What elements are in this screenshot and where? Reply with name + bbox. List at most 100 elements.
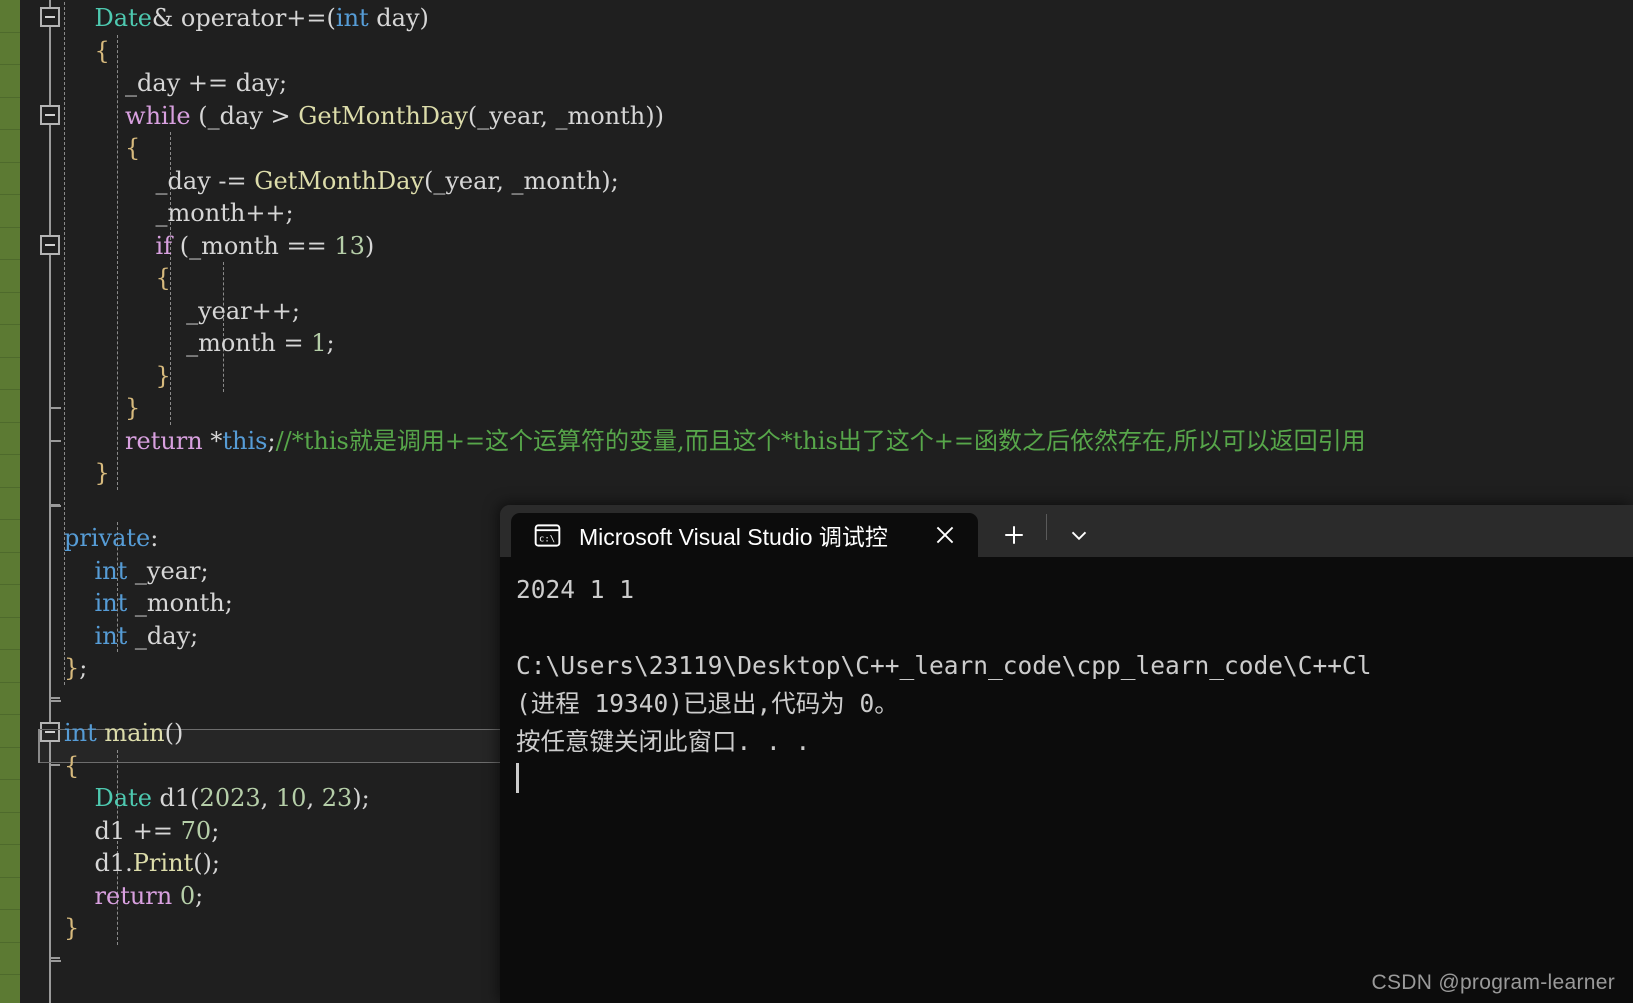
code-token: this	[222, 426, 268, 455]
gutter-change-segment	[0, 683, 20, 715]
gutter-change-segment	[0, 260, 20, 293]
code-token: 0	[179, 881, 196, 910]
code-line[interactable]: if (_month == 13)	[64, 230, 1633, 263]
code-token: ()	[164, 719, 184, 747]
gutter-change-segment	[0, 813, 20, 845]
watermark: CSDN @program-learner	[1371, 971, 1615, 994]
gutter-change-segment	[0, 780, 20, 813]
code-token: ,	[306, 784, 322, 812]
close-icon[interactable]	[928, 518, 962, 552]
code-token: +=	[132, 816, 173, 845]
code-line[interactable]: }	[64, 360, 1633, 393]
code-folding-column[interactable]	[38, 0, 64, 1003]
fold-toggle-icon[interactable]	[40, 234, 60, 255]
code-line[interactable]: _day += day;	[64, 67, 1633, 100]
terminal-titlebar[interactable]: c:\ Microsoft Visual Studio 调试控	[500, 505, 1633, 557]
code-token: int	[94, 621, 128, 650]
new-tab-button[interactable]	[990, 513, 1038, 557]
code-line[interactable]: {	[64, 132, 1633, 165]
code-token: {	[94, 36, 110, 65]
gutter-change-segment	[0, 585, 20, 618]
gutter-change-segment	[0, 228, 20, 260]
code-token: _month =	[186, 329, 312, 357]
code-token: d1.	[94, 849, 133, 877]
code-token: (_month	[172, 231, 287, 260]
code-token: operator	[180, 4, 287, 32]
gutter-change-segment	[0, 423, 20, 455]
code-token: >	[270, 101, 291, 130]
code-token: (_day	[190, 101, 271, 130]
code-line[interactable]: {	[64, 35, 1633, 68]
code-line[interactable]: while (_day > GetMonthDay(_year, _month)…	[64, 100, 1633, 133]
code-token: {	[64, 751, 80, 780]
scope-bracket	[49, 763, 60, 959]
gutter-change-segment	[0, 878, 20, 910]
gutter-change-segment	[0, 488, 20, 520]
code-token: }	[94, 459, 110, 487]
gutter-change-segment	[0, 65, 20, 98]
gutter-change-segment	[0, 455, 20, 488]
gutter-change-segment	[0, 293, 20, 325]
terminal-tab-title: Microsoft Visual Studio 调试控	[579, 524, 888, 550]
gutter-change-segment	[0, 163, 20, 195]
code-token: )	[364, 231, 375, 260]
terminal-tab[interactable]: c:\ Microsoft Visual Studio 调试控	[511, 513, 978, 557]
gutter-change-segment	[0, 910, 20, 943]
code-line[interactable]: {	[64, 262, 1633, 295]
gutter-change-segment	[0, 943, 20, 975]
code-token: 10	[275, 784, 307, 812]
fold-toggle-icon[interactable]	[40, 7, 60, 27]
code-line[interactable]: }	[64, 392, 1633, 425]
code-token: while	[125, 101, 191, 130]
code-token: _day;	[127, 621, 199, 650]
code-token: {	[155, 264, 171, 292]
code-token: ;	[79, 654, 88, 682]
code-token: 13	[334, 231, 365, 260]
code-token: private	[64, 524, 151, 552]
code-token: _year++;	[186, 296, 300, 325]
gutter-change-segment	[0, 0, 20, 33]
code-line[interactable]: }	[64, 457, 1633, 490]
code-line[interactable]: Date& operator+=(int day)	[64, 2, 1633, 35]
gutter-change-segment	[0, 390, 20, 423]
code-line[interactable]: _month = 1;	[64, 327, 1633, 360]
terminal-output[interactable]: 2024 1 1 C:\Users\23119\Desktop\C++_learn…	[500, 557, 1633, 1003]
gutter-change-segment	[0, 715, 20, 748]
terminal-output-line: C:\Users\23119\Desktop\C++_learn_code\cp…	[516, 651, 1372, 680]
code-token: +=(	[286, 4, 336, 32]
code-token: :	[150, 524, 159, 552]
current-statement-marker	[38, 729, 40, 763]
svg-text:c:\: c:\	[539, 534, 555, 544]
terminal-output-line: 2024 1 1	[516, 575, 635, 604]
code-token: _month++;	[155, 199, 294, 227]
code-token: 2023	[199, 784, 261, 812]
code-line[interactable]: _month++;	[64, 197, 1633, 230]
code-token: }	[155, 361, 171, 390]
code-line[interactable]: _year++;	[64, 295, 1633, 328]
scope-bracket	[49, 503, 60, 699]
code-token: d1(	[151, 784, 200, 812]
code-token: int	[94, 556, 128, 585]
code-token: }	[125, 394, 141, 422]
chevron-down-icon[interactable]	[1055, 513, 1103, 557]
fold-toggle-icon[interactable]	[40, 104, 60, 125]
code-token: 70	[180, 816, 212, 845]
code-token: main	[104, 719, 165, 747]
code-line[interactable]: _day -= GetMonthDay(_year, _month);	[64, 165, 1633, 198]
toolbar-divider	[1046, 513, 1047, 540]
terminal-window[interactable]: c:\ Microsoft Visual Studio 调试控 2024 1 1…	[500, 505, 1633, 1003]
code-token: int	[64, 719, 97, 747]
code-line[interactable]: return *this;//*this就是调用+=这个运算符的变量,而且这个*…	[64, 425, 1633, 458]
